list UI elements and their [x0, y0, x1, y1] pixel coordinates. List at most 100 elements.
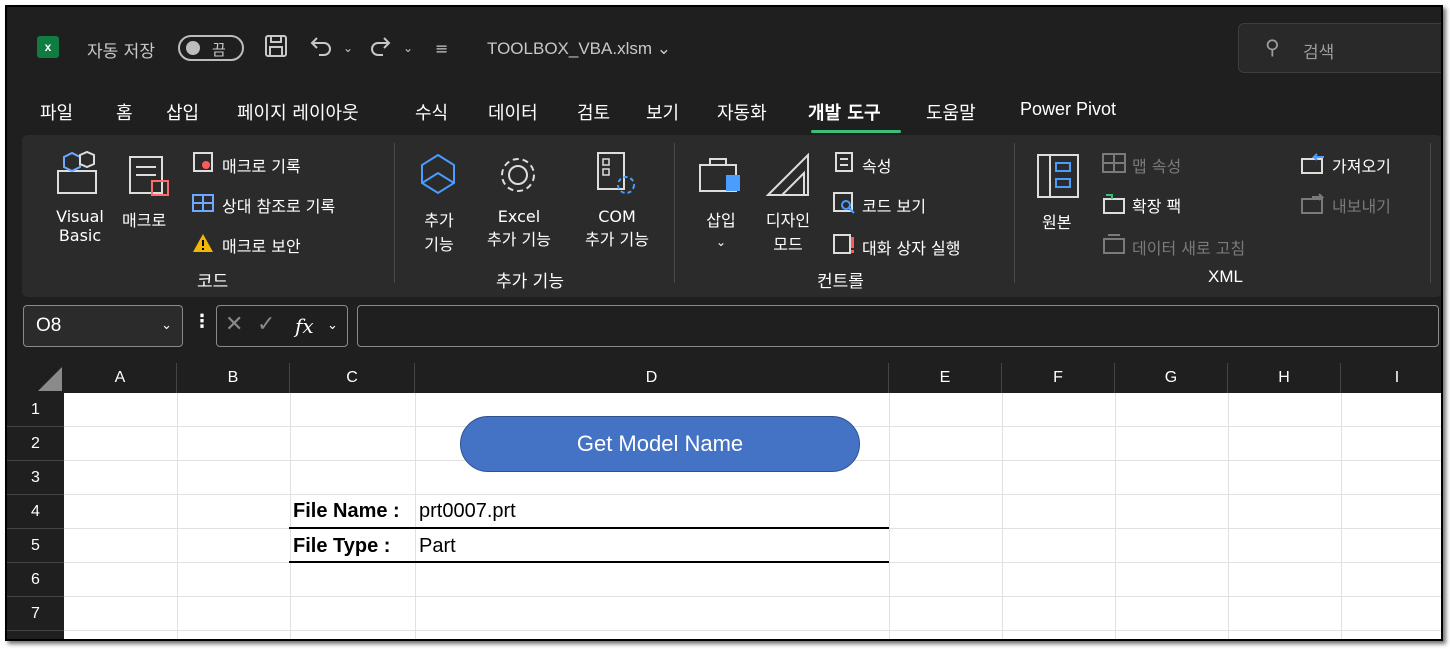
gridline	[1341, 393, 1342, 639]
expansion-packs-button[interactable]: 확장 팩	[1132, 193, 1181, 217]
search-placeholder: 검색	[1303, 43, 1335, 63]
enter-icon[interactable]: ✓	[257, 312, 275, 337]
save-icon[interactable]	[263, 33, 289, 65]
gridline	[290, 393, 291, 639]
chevron-down-icon: ⌄	[161, 318, 172, 333]
tab-automate[interactable]: 자동화	[717, 99, 767, 125]
design-mode-line2: 모드	[773, 235, 803, 254]
search-icon: ⚲	[1265, 35, 1280, 59]
cell-border	[289, 561, 889, 563]
toggle-knob-icon	[186, 41, 200, 55]
export-button[interactable]: 내보내기	[1332, 193, 1391, 217]
insert-controls-button[interactable]: 삽입 ⌄	[698, 207, 744, 250]
export-icon	[1300, 193, 1326, 219]
record-macro-icon	[192, 151, 214, 177]
name-box-value: O8	[36, 315, 62, 336]
column-header-g[interactable]: G	[1115, 363, 1228, 393]
excel-add-ins-button[interactable]: Excel 추가 기능	[474, 207, 564, 250]
ribbon-separator	[1430, 143, 1431, 283]
tab-page-layout[interactable]: 페이지 레이아웃	[237, 99, 359, 125]
column-header-h[interactable]: H	[1228, 363, 1341, 393]
row-header-1[interactable]: 1	[7, 393, 64, 427]
macro-security-button[interactable]: 매크로 보안	[222, 233, 301, 257]
title-bar: x 자동 저장 끔 ⌄ ⌄ ≡ TOOLBOX_VBA.xlsm ⌄ ⚲ 검색	[7, 7, 1441, 89]
tab-developer[interactable]: 개발 도구	[808, 99, 881, 125]
column-header-i[interactable]: I	[1341, 363, 1441, 393]
macro-icon	[126, 153, 174, 205]
name-box[interactable]: O8 ⌄	[23, 305, 183, 347]
view-code-button[interactable]: 코드 보기	[862, 193, 926, 217]
row-header-4[interactable]: 4	[7, 495, 64, 529]
search-box[interactable]: ⚲ 검색	[1238, 23, 1441, 73]
visual-basic-line2: Basic	[58, 226, 102, 245]
properties-button[interactable]: 속성	[862, 153, 891, 177]
group-label-code: 코드	[197, 272, 229, 292]
tab-view[interactable]: 보기	[646, 99, 679, 125]
tab-data[interactable]: 데이터	[488, 99, 538, 125]
column-header-d[interactable]: D	[415, 363, 889, 393]
cancel-icon[interactable]: ✕	[225, 312, 243, 337]
customize-qat-icon[interactable]: ≡	[435, 39, 448, 58]
worksheet-grid: A B C D E F G H I 1 2 3 4 5 6 7 Get Mode…	[7, 363, 1441, 639]
redo-dropdown-icon[interactable]: ⌄	[403, 41, 413, 55]
gridline	[64, 630, 1441, 631]
run-dialog-button[interactable]: 대화 상자 실행	[862, 235, 961, 259]
row-header-3[interactable]: 3	[7, 461, 64, 495]
tab-home[interactable]: 홈	[116, 99, 133, 125]
run-dialog-icon	[832, 233, 856, 259]
macro-button[interactable]: 매크로	[122, 207, 166, 231]
undo-dropdown-icon[interactable]: ⌄	[343, 41, 353, 55]
tab-review[interactable]: 검토	[577, 99, 610, 125]
select-all-corner[interactable]	[7, 363, 64, 393]
add-ins-icon	[414, 151, 462, 203]
chevron-down-icon[interactable]: ⌄	[327, 318, 338, 333]
column-header-a[interactable]: A	[64, 363, 177, 393]
more-options-icon[interactable]: ⋮	[193, 311, 211, 332]
row-header-2[interactable]: 2	[7, 427, 64, 461]
map-properties-button[interactable]: 맵 속성	[1132, 153, 1181, 177]
column-header-f[interactable]: F	[1002, 363, 1115, 393]
insert-controls-icon	[696, 153, 744, 203]
cell-area[interactable]: Get Model Name File Name : prt0007.prt F…	[64, 393, 1441, 639]
column-header-c[interactable]: C	[290, 363, 415, 393]
visual-basic-button[interactable]: Visual Basic	[50, 207, 110, 245]
row-header-5[interactable]: 5	[7, 529, 64, 563]
column-header-e[interactable]: E	[889, 363, 1002, 393]
redo-icon[interactable]	[367, 33, 395, 65]
design-mode-button[interactable]: 디자인 모드	[758, 207, 818, 255]
get-model-name-button[interactable]: Get Model Name	[460, 416, 860, 472]
gridline	[889, 393, 890, 639]
add-ins-button[interactable]: 추가 기능	[416, 207, 462, 255]
gridline	[415, 393, 416, 639]
refresh-data-button[interactable]: 데이터 새로 고침	[1132, 235, 1245, 259]
insert-function-icon[interactable]: fx	[295, 314, 314, 338]
tab-help[interactable]: 도움말	[926, 99, 976, 125]
row-header-7[interactable]: 7	[7, 597, 64, 631]
com-add-ins-icon	[592, 149, 640, 203]
undo-icon[interactable]	[307, 33, 335, 65]
record-macro-button[interactable]: 매크로 기록	[222, 153, 301, 177]
autosave-toggle[interactable]: 끔	[178, 35, 244, 61]
tab-formulas[interactable]: 수식	[415, 99, 448, 125]
import-button[interactable]: 가져오기	[1332, 153, 1391, 177]
formula-input[interactable]	[357, 305, 1439, 347]
row-header-6[interactable]: 6	[7, 563, 64, 597]
relative-reference-button[interactable]: 상대 참조로 기록	[222, 193, 335, 217]
file-title[interactable]: TOOLBOX_VBA.xlsm ⌄	[487, 39, 671, 59]
relative-reference-icon	[192, 193, 214, 217]
chevron-down-icon: ⌄	[715, 235, 727, 249]
formula-bar: O8 ⌄ ⋮ ✕ ✓ fx ⌄	[7, 297, 1441, 363]
com-add-ins-button[interactable]: COM 추가 기능	[572, 207, 662, 250]
ribbon-tabs: 파일 홈 삽입 페이지 레이아웃 수식 데이터 검토 보기 자동화 개발 도구 …	[7, 89, 1441, 135]
tab-power-pivot[interactable]: Power Pivot	[1020, 99, 1116, 120]
column-header-b[interactable]: B	[177, 363, 290, 393]
add-ins-line1: 추가	[424, 211, 454, 230]
warning-icon	[192, 233, 214, 257]
tab-insert[interactable]: 삽입	[166, 99, 199, 125]
xml-source-button[interactable]: 원본	[1042, 209, 1071, 233]
com-add-ins-line2: 추가 기능	[585, 230, 649, 249]
design-mode-line1: 디자인	[765, 211, 811, 230]
tab-file[interactable]: 파일	[40, 99, 73, 125]
com-add-ins-line1: COM	[598, 207, 636, 226]
import-icon	[1300, 153, 1326, 179]
